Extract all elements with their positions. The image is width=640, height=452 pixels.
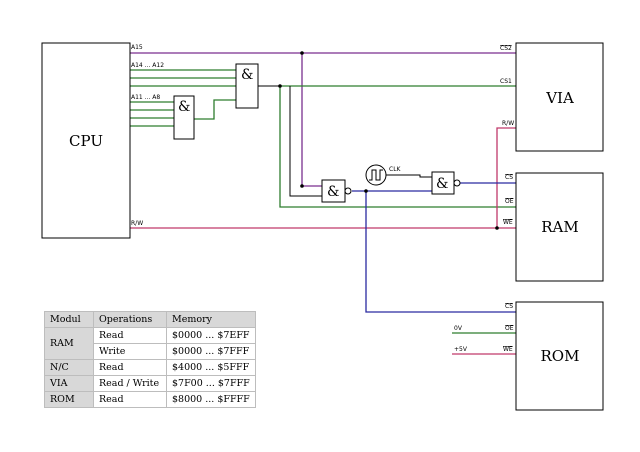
cell-memory: $4000 ... $5FFF	[166, 359, 256, 376]
clock-label: CLK	[389, 166, 402, 173]
junction-rw	[495, 226, 499, 230]
cell-module: N/C	[44, 359, 94, 376]
cell-operation: Read	[93, 327, 167, 344]
cell-memory: $0000 ... $7FFF	[166, 343, 256, 360]
wire-clk	[386, 174, 432, 178]
cpu-pin-rw: R/W	[131, 220, 143, 227]
ram-pin-we: WE	[503, 219, 513, 226]
table-header-row: Modul Operations Memory	[44, 311, 256, 328]
nand-gate-symbol: &	[327, 184, 339, 200]
header-memory: Memory	[166, 311, 256, 328]
via-pin-cs2: CS2	[500, 45, 512, 52]
table-row: RAM Read $0000 ... $7EFF	[44, 327, 256, 360]
wire-and2-out	[194, 99, 236, 120]
table-row: VIA Read / Write $7F00 ... $7FFF	[44, 375, 256, 392]
junction-a15	[300, 51, 304, 55]
cell-operation: Read	[93, 391, 167, 408]
ram-label: RAM	[541, 218, 579, 236]
and-gate-upper-symbol: &	[241, 67, 253, 83]
ram-pin-oe: OE	[505, 198, 514, 205]
memory-map-table: Modul Operations Memory RAM Read $0000 .…	[44, 311, 256, 408]
wire-rom-cs	[365, 191, 516, 313]
cpu-pin-a11-a8: A11 ... A8	[131, 94, 160, 101]
cell-operation: Write	[93, 343, 167, 360]
cell-module: ROM	[44, 391, 94, 408]
rom-pin-oe: OE	[505, 325, 514, 332]
header-module: Modul	[44, 311, 94, 328]
cell-operation: Read / Write	[93, 375, 167, 392]
table-row: ROM Read $8000 ... $FFFF	[44, 391, 256, 408]
rom-input-gnd: 0V	[454, 325, 463, 332]
cell-memory: $8000 ... $FFFF	[166, 391, 256, 408]
cell-memory: $0000 ... $7EFF	[166, 327, 256, 344]
table-row: N/C Read $4000 ... $5FFF	[44, 359, 256, 376]
clock-and-bubble	[453, 179, 461, 187]
via-pin-cs1: CS1	[500, 78, 512, 85]
clock-and-gate-symbol: &	[436, 176, 448, 192]
nand-bubble	[344, 187, 352, 195]
rom-pin-we: WE	[503, 346, 513, 353]
cpu-label: CPU	[69, 132, 103, 150]
ram-pin-cs: CS	[505, 174, 513, 181]
cell-module: RAM	[44, 327, 94, 360]
and-gate-lower-symbol: &	[178, 99, 190, 115]
junction-nand-out	[364, 189, 368, 193]
wire-a15-to-nand	[301, 53, 322, 187]
junction-and1	[278, 84, 282, 88]
cpu-pin-a15: A15	[131, 44, 143, 51]
cell-module: VIA	[44, 375, 94, 392]
via-label: VIA	[545, 89, 574, 107]
cpu-pin-a14-a12: A14 ... A12	[131, 62, 164, 69]
junction-nand-in	[300, 184, 304, 188]
rom-label: ROM	[541, 347, 580, 365]
wire-ram-oe	[279, 86, 516, 208]
header-operations: Operations	[93, 311, 167, 328]
wire-and1-to-nand	[289, 86, 322, 197]
cell-operation: Read	[93, 359, 167, 376]
cell-memory: $7F00 ... $7FFF	[166, 375, 256, 392]
rom-pin-cs: CS	[505, 303, 513, 310]
rom-input-vcc: +5V	[454, 346, 468, 353]
via-pin-rw: R/W	[502, 120, 514, 127]
